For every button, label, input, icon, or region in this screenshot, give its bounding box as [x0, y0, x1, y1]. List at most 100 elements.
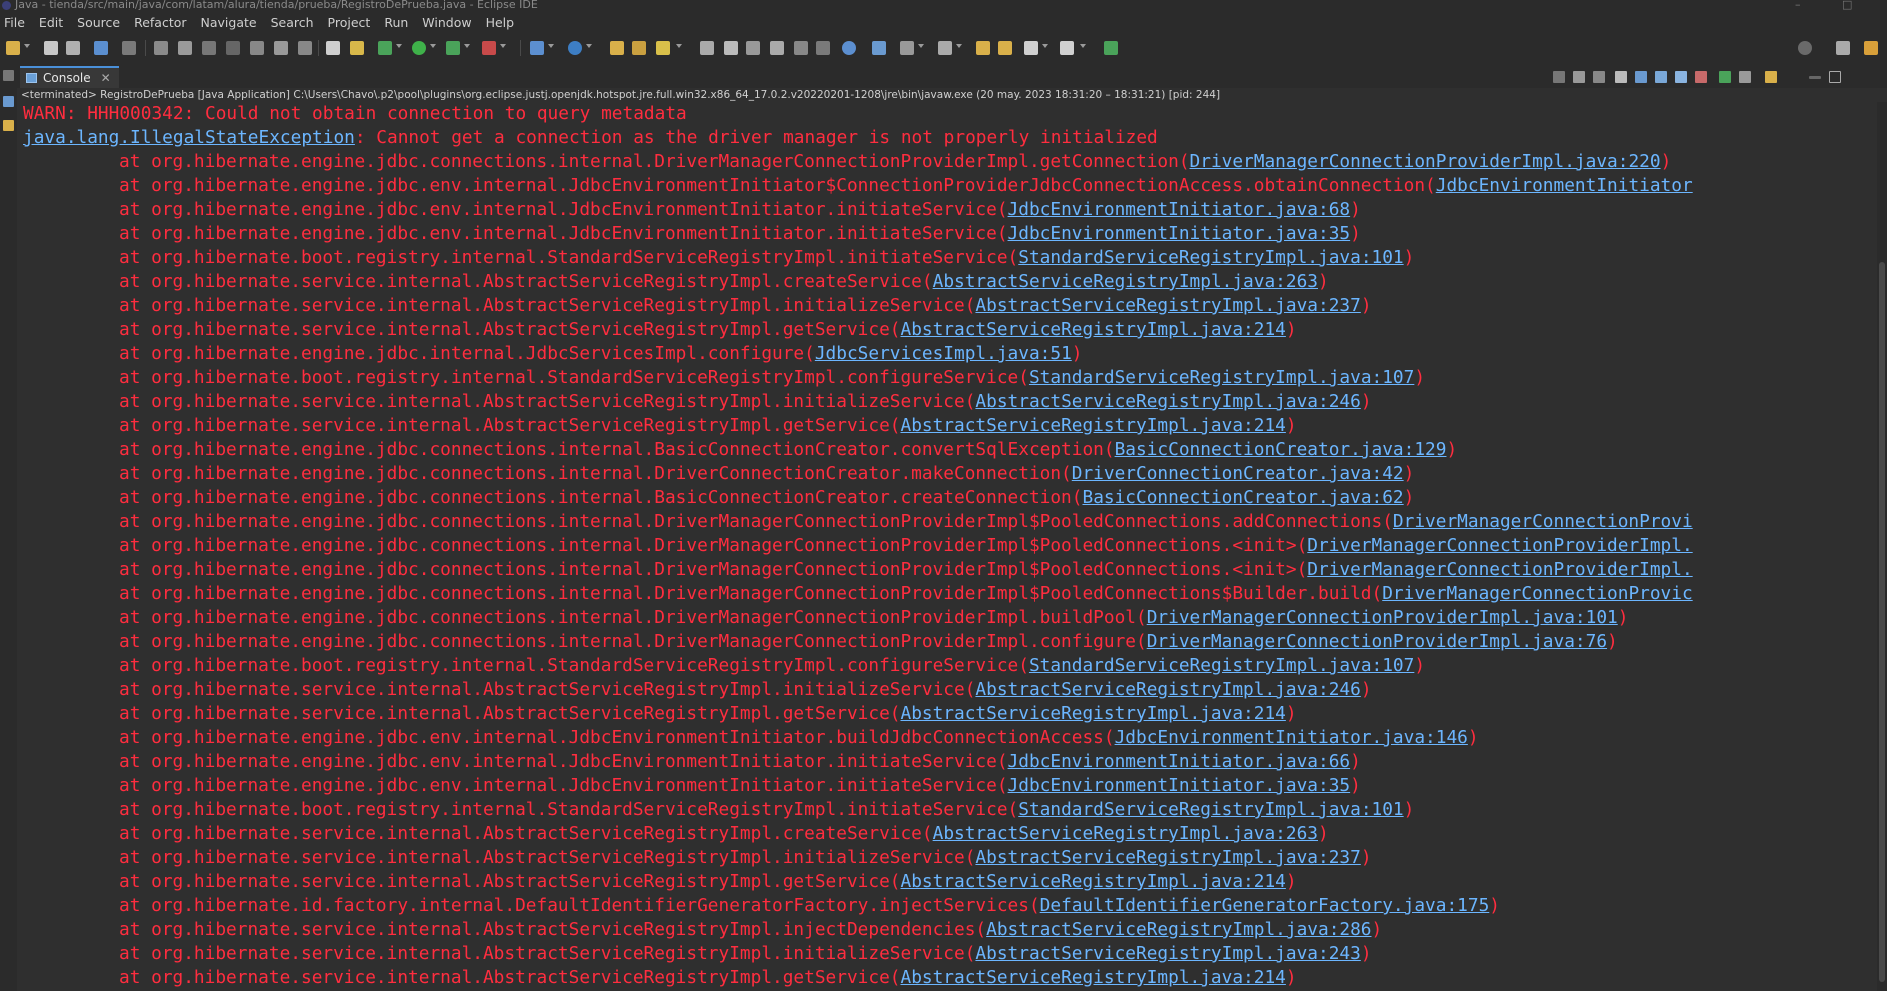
search-files-icon[interactable]	[872, 41, 886, 55]
open-type-icon[interactable]	[350, 41, 364, 55]
show-on-stdout-icon[interactable]	[1655, 71, 1667, 83]
open-project-icon[interactable]	[632, 41, 646, 55]
step-into-icon[interactable]	[250, 41, 264, 55]
source-link[interactable]: StandardServiceRegistryImpl.java:101	[1018, 799, 1403, 820]
source-link[interactable]: AbstractServiceRegistryImpl.java:246	[975, 679, 1360, 700]
source-link[interactable]: StandardServiceRegistryImpl.java:101	[1018, 247, 1403, 268]
source-link[interactable]: DriverManagerConnectionProvi	[1393, 511, 1693, 532]
remove-all-terminated-icon[interactable]	[1593, 71, 1605, 83]
source-link[interactable]: AbstractServiceRegistryImpl.java:214	[900, 415, 1285, 436]
tab-console[interactable]: Console ✕	[20, 66, 119, 88]
source-link[interactable]: JdbcEnvironmentInitiator.java:66	[1008, 751, 1351, 772]
terminal-view-icon[interactable]	[1104, 41, 1118, 55]
source-link[interactable]: DriverManagerConnectionProvic	[1382, 583, 1692, 604]
source-link[interactable]: AbstractServiceRegistryImpl.java:263	[933, 271, 1318, 292]
debug-dropdown-icon[interactable]	[396, 44, 402, 48]
toggle-breadcrumb-icon[interactable]	[700, 41, 714, 55]
resume-icon[interactable]	[154, 41, 168, 55]
coverage-icon[interactable]	[446, 41, 460, 55]
source-link[interactable]: DriverManagerConnectionProviderImpl.	[1307, 559, 1692, 580]
new-package-dropdown-icon[interactable]	[586, 44, 592, 48]
step-over-icon[interactable]	[274, 41, 288, 55]
new-icon[interactable]	[6, 41, 20, 55]
pen-icon[interactable]	[724, 41, 738, 55]
terminate-icon[interactable]	[202, 41, 216, 55]
menu-navigate[interactable]: Navigate	[194, 15, 264, 30]
menu-search[interactable]: Search	[264, 15, 321, 30]
menu-edit[interactable]: Edit	[32, 15, 70, 30]
block-selection-icon[interactable]	[770, 41, 784, 55]
source-link[interactable]: BasicConnectionCreator.java:62	[1082, 487, 1403, 508]
source-link[interactable]: DriverManagerConnectionProviderImpl.	[1307, 535, 1692, 556]
menu-source[interactable]: Source	[70, 15, 127, 30]
source-link[interactable]: AbstractServiceRegistryImpl.java:214	[900, 319, 1285, 340]
word-wrap-icon[interactable]	[794, 41, 808, 55]
source-link[interactable]: AbstractServiceRegistryImpl.java:246	[975, 391, 1360, 412]
open-folder-icon[interactable]	[610, 41, 624, 55]
source-link[interactable]: BasicConnectionCreator.java:129	[1115, 439, 1447, 460]
display-console-icon[interactable]	[1719, 71, 1731, 83]
remove-launch-icon[interactable]	[1573, 71, 1585, 83]
new-java-project-dropdown-icon[interactable]	[548, 44, 554, 48]
source-link[interactable]: JdbcServicesImpl.java:51	[815, 343, 1072, 364]
source-link[interactable]: AbstractServiceRegistryImpl.java:214	[900, 967, 1285, 988]
save-all-icon[interactable]	[66, 41, 80, 55]
source-link[interactable]: JdbcEnvironmentInitiator.java:35	[1008, 775, 1351, 796]
java-perspective-icon[interactable]	[1864, 41, 1878, 55]
scrollbar-thumb[interactable]	[1879, 262, 1885, 982]
back-arrow-icon[interactable]	[976, 41, 990, 55]
source-link[interactable]: JdbcEnvironmentInitiator.java:68	[1008, 199, 1351, 220]
source-link[interactable]: JdbcEnvironmentInitiator.java:146	[1115, 727, 1468, 748]
minimize-view-icon[interactable]	[1809, 76, 1821, 79]
close-icon[interactable]: ✕	[101, 71, 111, 85]
scroll-lock-icon[interactable]	[1615, 71, 1627, 83]
disconnect-icon[interactable]	[226, 41, 240, 55]
terminal-icon[interactable]	[94, 41, 108, 55]
pin-icon[interactable]	[938, 41, 952, 55]
back-dropdown-icon[interactable]	[1042, 44, 1048, 48]
save-icon[interactable]	[44, 41, 58, 55]
coverage-dropdown-icon[interactable]	[464, 44, 470, 48]
step-return-icon[interactable]	[298, 41, 312, 55]
pin-console-icon[interactable]	[1695, 71, 1707, 83]
annotation-icon[interactable]	[900, 41, 914, 55]
forward-arrow-icon[interactable]	[998, 41, 1012, 55]
new-console-icon[interactable]	[1765, 71, 1777, 83]
source-link[interactable]: AbstractServiceRegistryImpl.java:286	[986, 919, 1371, 940]
source-link[interactable]: JdbcEnvironmentInitiator.java:35	[1008, 223, 1351, 244]
pin-dropdown-icon[interactable]	[956, 44, 962, 48]
mark-occurrences-icon[interactable]	[746, 41, 760, 55]
menu-run[interactable]: Run	[377, 15, 415, 30]
forward-icon[interactable]	[1060, 41, 1074, 55]
console-vertical-scrollbar[interactable]	[1877, 102, 1887, 991]
menu-file[interactable]: File	[0, 15, 32, 30]
source-link[interactable]: AbstractServiceRegistryImpl.java:237	[975, 847, 1360, 868]
project-explorer-icon[interactable]	[3, 120, 14, 131]
exception-class-link[interactable]: java.lang.IllegalStateException	[23, 127, 355, 148]
search-icon[interactable]	[1798, 41, 1812, 55]
skip-breakpoints-icon[interactable]	[122, 41, 136, 55]
source-link[interactable]: AbstractServiceRegistryImpl.java:237	[975, 295, 1360, 316]
brush-dropdown-icon[interactable]	[676, 44, 682, 48]
new-dropdown-icon[interactable]	[24, 44, 30, 48]
source-link[interactable]: DefaultIdentifierGeneratorFactory.java:1…	[1040, 895, 1490, 916]
external-tools-dropdown-icon[interactable]	[500, 44, 506, 48]
source-link[interactable]: AbstractServiceRegistryImpl.java:243	[975, 943, 1360, 964]
source-link[interactable]: DriverConnectionCreator.java:42	[1072, 463, 1404, 484]
new-java-project-icon[interactable]	[530, 41, 544, 55]
annotation-dropdown-icon[interactable]	[918, 44, 924, 48]
suspend-icon[interactable]	[178, 41, 192, 55]
minimize-icon[interactable]: –	[1795, 0, 1801, 10]
source-link[interactable]: AbstractServiceRegistryImpl.java:214	[900, 703, 1285, 724]
source-link[interactable]: StandardServiceRegistryImpl.java:107	[1029, 367, 1414, 388]
globe-icon[interactable]	[842, 41, 856, 55]
open-task-icon[interactable]	[326, 41, 340, 55]
show-on-stderr-icon[interactable]	[1675, 71, 1687, 83]
source-link[interactable]: DriverManagerConnectionProviderImpl.java…	[1147, 607, 1618, 628]
source-link[interactable]: JdbcEnvironmentInitiator	[1436, 175, 1693, 196]
open-console-icon[interactable]	[1739, 71, 1751, 83]
forward-dropdown-icon[interactable]	[1080, 44, 1086, 48]
brush-icon[interactable]	[656, 41, 670, 55]
source-link[interactable]: AbstractServiceRegistryImpl.java:214	[900, 871, 1285, 892]
restore-icon[interactable]	[3, 70, 14, 81]
